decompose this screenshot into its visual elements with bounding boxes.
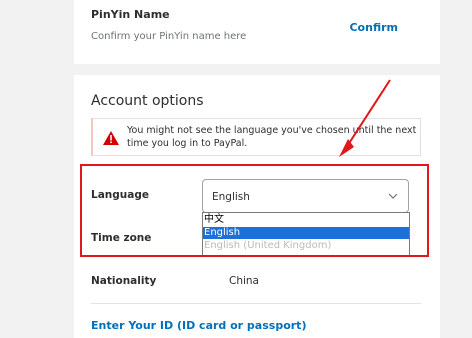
pinyin-card: PinYin Name Confirm your PinYin name her… xyxy=(74,0,440,64)
divider xyxy=(91,303,421,304)
confirm-button[interactable]: Confirm xyxy=(349,21,398,34)
enter-id-link[interactable]: Enter Your ID (ID card or passport) xyxy=(91,319,306,332)
warning-text: You might not see the language you've ch… xyxy=(127,125,417,149)
section-title: Account options xyxy=(91,93,204,109)
nationality-value: China xyxy=(229,275,259,287)
pinyin-hint: Confirm your PinYin name here xyxy=(91,31,247,42)
nationality-label: Nationality xyxy=(91,275,157,287)
warning-banner: You might not see the language you've ch… xyxy=(91,118,421,156)
pinyin-title: PinYin Name xyxy=(91,8,170,21)
highlight-box xyxy=(80,164,429,257)
warning-icon xyxy=(103,131,119,145)
